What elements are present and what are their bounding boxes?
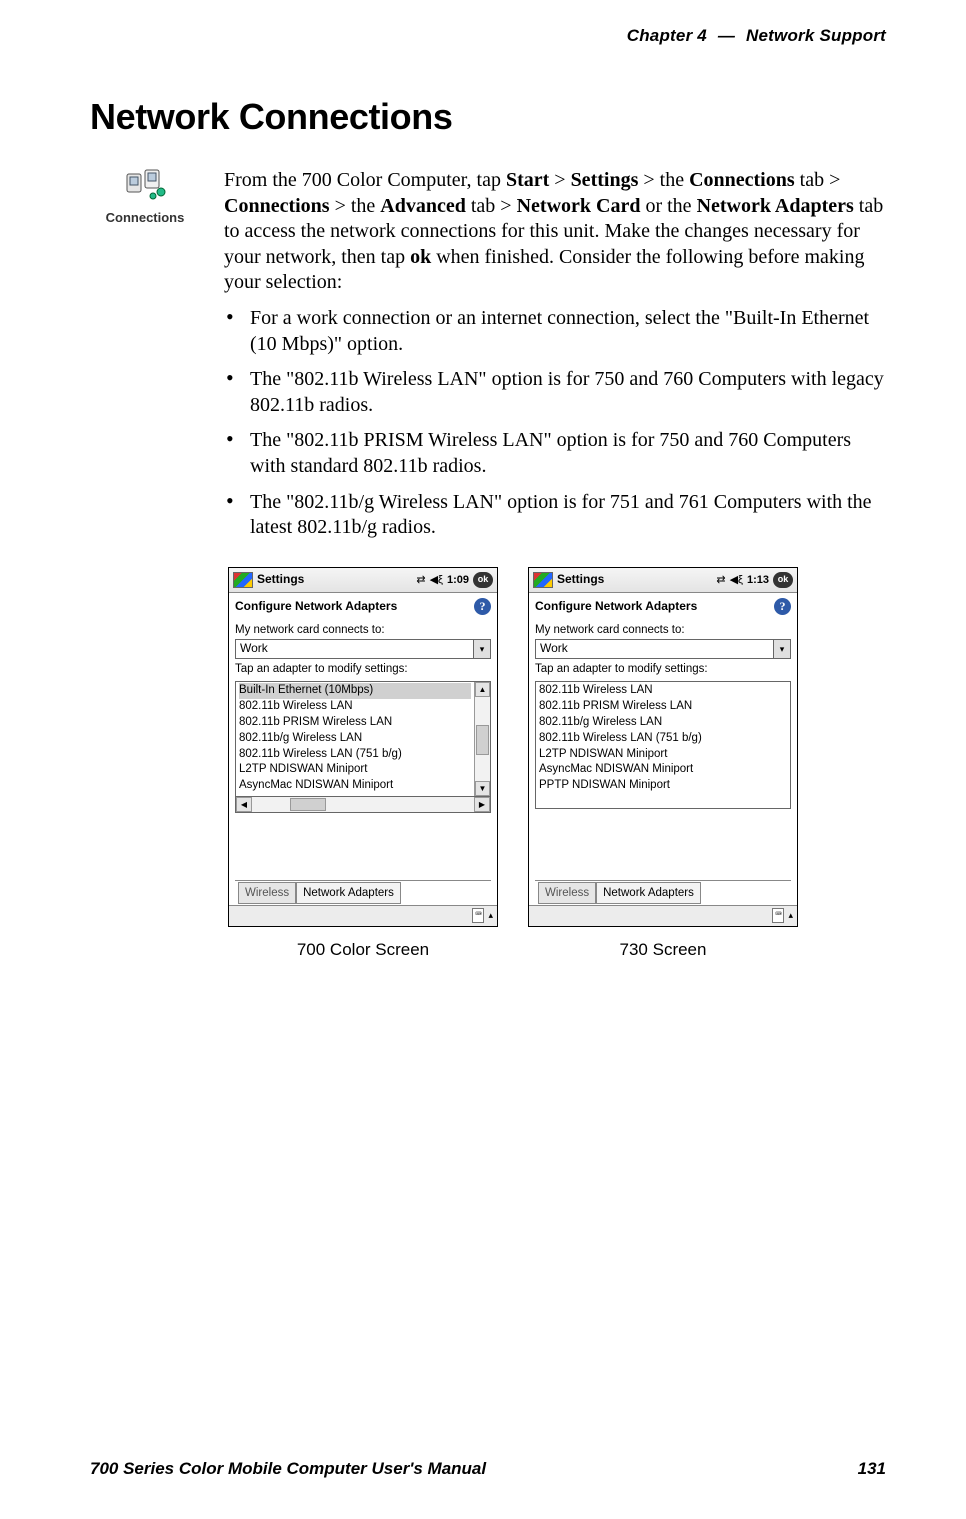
scroll-left-icon[interactable]: ◀	[236, 797, 252, 812]
ok-button[interactable]: ok	[773, 572, 793, 588]
connects-to-label: My network card connects to:	[535, 623, 791, 638]
adapter-item[interactable]: L2TP NDISWAN Miniport	[539, 747, 787, 763]
scroll-up-icon[interactable]: ▲	[475, 682, 490, 697]
adapter-item[interactable]: 802.11b/g Wireless LAN	[239, 731, 471, 747]
adapter-item[interactable]: AsyncMac NDISWAN Miniport	[539, 762, 787, 778]
panel-title: Configure Network Adapters	[535, 599, 697, 614]
section-title: Network Connections	[90, 96, 886, 138]
connectivity-icon[interactable]: ⇄	[716, 573, 725, 587]
adapter-item[interactable]: AsyncMac NDISWAN Miniport	[239, 778, 471, 794]
adapter-item[interactable]: 802.11b PRISM Wireless LAN	[239, 715, 471, 731]
connections-icon-block: Connections	[90, 168, 200, 225]
tab-bar: Wireless Network Adapters	[535, 880, 791, 903]
start-flag-icon[interactable]	[233, 572, 253, 588]
connects-to-value: Work	[236, 640, 473, 658]
screenshot-caption-right: 730 Screen	[528, 939, 798, 961]
tab-network-adapters[interactable]: Network Adapters	[296, 882, 401, 904]
adapter-item[interactable]: 802.11b Wireless LAN (751 b/g)	[239, 747, 471, 763]
header-right: Network Support	[746, 26, 886, 45]
running-header: Chapter 4 — Network Support	[90, 26, 886, 46]
volume-icon[interactable]: ◀ξ	[430, 573, 443, 587]
sip-arrow-icon[interactable]: ▴	[488, 910, 493, 922]
device-screenshot-700: Settings ⇄ ◀ξ 1:09 ok Configure Network …	[228, 567, 498, 927]
start-flag-icon[interactable]	[533, 572, 553, 588]
adapter-item[interactable]: 802.11b/g Wireless LAN	[539, 715, 787, 731]
connectivity-icon[interactable]: ⇄	[416, 573, 425, 587]
adapter-list[interactable]: 802.11b Wireless LAN 802.11b PRISM Wirel…	[536, 682, 790, 808]
bullet-list: For a work connection or an internet con…	[224, 306, 886, 541]
adapter-item[interactable]: L2TP NDISWAN Miniport	[239, 762, 471, 778]
header-left: Chapter 4	[627, 26, 707, 45]
footer-page-number: 131	[858, 1459, 886, 1479]
scroll-down-icon[interactable]: ▼	[475, 781, 490, 796]
bullet-item: The "802.11b PRISM Wireless LAN" option …	[224, 428, 886, 479]
adapter-item[interactable]: PPTP NDISWAN Miniport	[539, 778, 787, 794]
dropdown-arrow-icon[interactable]: ▾	[773, 640, 790, 658]
connects-to-label: My network card connects to:	[235, 623, 491, 638]
topbar: Settings ⇄ ◀ξ 1:09 ok	[229, 568, 497, 593]
device-screenshot-730: Settings ⇄ ◀ξ 1:13 ok Configure Network …	[528, 567, 798, 927]
keyboard-icon[interactable]: ⌨	[472, 908, 484, 923]
soft-input-bar: ⌨ ▴	[529, 905, 797, 926]
bullet-item: The "802.11b Wireless LAN" option is for…	[224, 367, 886, 418]
clock: 1:13	[747, 573, 769, 587]
scroll-thumb[interactable]	[290, 798, 326, 811]
horizontal-scrollbar[interactable]: ◀ ▶	[235, 797, 491, 813]
tab-network-adapters[interactable]: Network Adapters	[596, 882, 701, 904]
intro-paragraph: From the 700 Color Computer, tap Start >…	[224, 168, 886, 296]
bullet-item: For a work connection or an internet con…	[224, 306, 886, 357]
header-dash: —	[712, 26, 741, 45]
adapter-item[interactable]: 802.11b Wireless LAN	[239, 699, 471, 715]
help-icon[interactable]: ?	[774, 598, 791, 615]
topbar: Settings ⇄ ◀ξ 1:13 ok	[529, 568, 797, 593]
adapter-list[interactable]: Built-In Ethernet (10Mbps) 802.11b Wirel…	[236, 682, 474, 796]
vertical-scrollbar[interactable]: ▲ ▼	[474, 682, 490, 796]
adapter-item[interactable]: 802.11b Wireless LAN	[539, 683, 787, 699]
adapter-item[interactable]: Built-In Ethernet (10Mbps)	[239, 683, 471, 699]
connections-icon	[90, 168, 200, 208]
adapter-item[interactable]: 802.11b PRISM Wireless LAN	[539, 699, 787, 715]
adapter-list-label: Tap an adapter to modify settings:	[535, 662, 791, 677]
ok-button[interactable]: ok	[473, 572, 493, 588]
connects-to-select[interactable]: Work ▾	[235, 639, 491, 659]
connects-to-select[interactable]: Work ▾	[535, 639, 791, 659]
tab-wireless[interactable]: Wireless	[538, 882, 596, 904]
bullet-item: The "802.11b/g Wireless LAN" option is f…	[224, 490, 886, 541]
clock: 1:09	[447, 573, 469, 587]
soft-input-bar: ⌨ ▴	[229, 905, 497, 926]
scroll-right-icon[interactable]: ▶	[474, 797, 490, 812]
topbar-title: Settings	[557, 572, 604, 587]
adapter-item[interactable]: 802.11b Wireless LAN (751 b/g)	[539, 731, 787, 747]
adapter-list-label: Tap an adapter to modify settings:	[235, 662, 491, 677]
tab-bar: Wireless Network Adapters	[235, 880, 491, 903]
tab-wireless[interactable]: Wireless	[238, 882, 296, 904]
panel-title: Configure Network Adapters	[235, 599, 397, 614]
screenshot-caption-left: 700 Color Screen	[228, 939, 498, 961]
help-icon[interactable]: ?	[474, 598, 491, 615]
footer-manual-title: 700 Series Color Mobile Computer User's …	[90, 1459, 486, 1479]
connects-to-value: Work	[536, 640, 773, 658]
sip-arrow-icon[interactable]: ▴	[788, 910, 793, 922]
connections-icon-caption: Connections	[90, 210, 200, 225]
dropdown-arrow-icon[interactable]: ▾	[473, 640, 490, 658]
keyboard-icon[interactable]: ⌨	[772, 908, 784, 923]
topbar-title: Settings	[257, 572, 304, 587]
volume-icon[interactable]: ◀ξ	[730, 573, 743, 587]
page-footer: 700 Series Color Mobile Computer User's …	[90, 1459, 886, 1479]
scroll-thumb[interactable]	[476, 725, 489, 755]
